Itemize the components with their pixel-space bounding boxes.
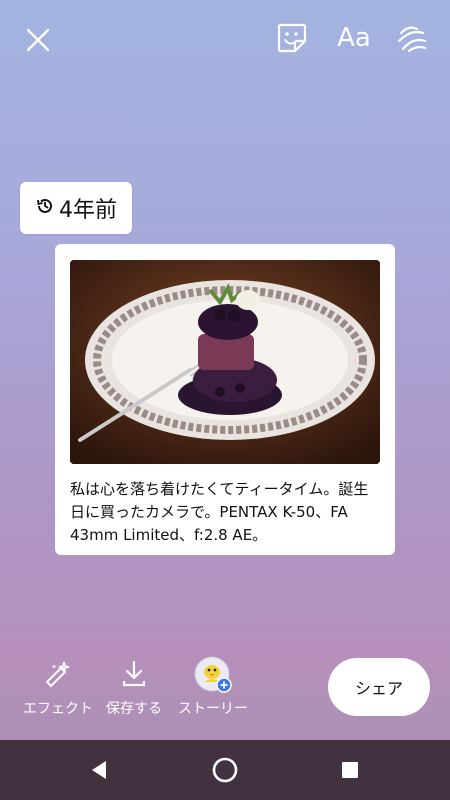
story-button[interactable]: ストーリー xyxy=(172,650,254,718)
system-nav-bar xyxy=(0,740,450,800)
close-icon[interactable] xyxy=(18,20,58,60)
effects-label: エフェクト xyxy=(23,701,93,717)
effects-button[interactable]: エフェクト xyxy=(18,650,98,718)
magic-wand-icon xyxy=(42,650,74,698)
share-button[interactable]: シェア xyxy=(328,658,430,716)
save-button[interactable]: 保存する xyxy=(102,650,166,718)
history-icon xyxy=(35,196,55,220)
sticker-icon[interactable] xyxy=(272,18,312,58)
memory-chip: 4年前 xyxy=(20,182,132,234)
draw-icon[interactable] xyxy=(392,18,432,58)
top-bar: Aa xyxy=(0,0,450,80)
download-icon xyxy=(119,650,149,698)
post-caption: 私は心を落ち着けたくてティータイム。誕生日に買ったカメラで。PENTAX K-5… xyxy=(70,480,369,544)
back-icon[interactable] xyxy=(80,750,120,790)
post-card: 私は心を落ち着けたくてティータイム。誕生日に買ったカメラで。PENTAX K-5… xyxy=(55,244,395,555)
text-tool-button[interactable]: Aa xyxy=(332,18,376,58)
save-label: 保存する xyxy=(106,701,162,717)
story-label: ストーリー xyxy=(178,701,248,717)
post-photo xyxy=(70,260,380,464)
recents-icon[interactable] xyxy=(330,750,370,790)
memory-label: 4年前 xyxy=(59,198,117,223)
home-icon[interactable] xyxy=(205,750,245,790)
story-avatar-icon xyxy=(193,650,233,698)
